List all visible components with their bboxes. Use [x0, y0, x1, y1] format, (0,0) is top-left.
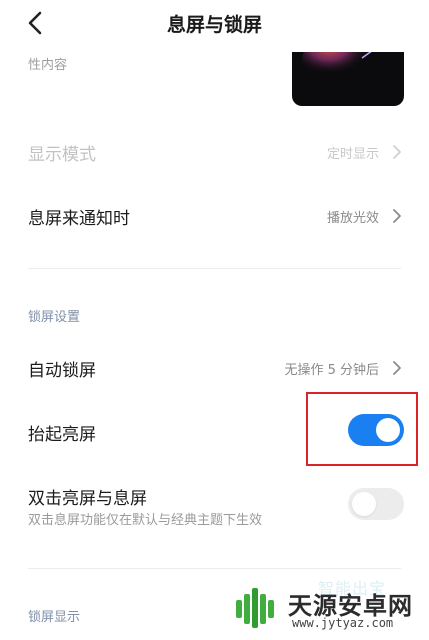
android-logo-icon [236, 588, 274, 628]
notify-effect-value: 播放光效 [326, 211, 379, 226]
chevron-right-icon [393, 361, 401, 375]
previous-item-hint: 性内容 [28, 58, 68, 73]
app-header: 息屏与锁屏 [0, 0, 429, 46]
watermark-site-url: www.jytyaz.com [292, 616, 394, 630]
chevron-right-icon [393, 145, 401, 159]
auto-lock-label: 自动锁屏 [28, 361, 96, 381]
preview-dot-art [302, 52, 372, 84]
auto-lock-row[interactable]: 自动锁屏 无操作 5 分钟后 [0, 354, 429, 382]
display-mode-label: 显示模式 [28, 145, 96, 165]
double-tap-label: 双击亮屏与息屏 [28, 489, 147, 509]
auto-lock-value: 无操作 5 分钟后 [284, 363, 379, 378]
double-tap-description: 双击息屏功能仅在默认与经典主题下生效 [28, 513, 263, 528]
lock-settings-section-title: 锁屏设置 [28, 310, 81, 325]
notify-effect-label: 息屏来通知时 [28, 209, 130, 229]
highlight-annotation-box [306, 392, 418, 466]
section-divider [28, 568, 401, 569]
aod-preview-thumbnail[interactable] [292, 52, 404, 106]
lock-display-section-title: 锁屏显示 [28, 610, 81, 625]
toggle-knob [352, 492, 376, 516]
raise-to-wake-label: 抬起亮屏 [28, 425, 96, 445]
page-title: 息屏与锁屏 [166, 14, 262, 36]
display-mode-row[interactable]: 显示模式 定时显示 [0, 138, 429, 166]
notify-effect-row[interactable]: 息屏来通知时 播放光效 [0, 202, 429, 230]
section-divider [28, 268, 401, 269]
double-tap-toggle[interactable] [348, 488, 404, 520]
site-watermark: 天源安卓网 www.jytyaz.com [232, 584, 422, 636]
chevron-right-icon [393, 209, 401, 223]
display-mode-value: 定时显示 [326, 147, 379, 162]
